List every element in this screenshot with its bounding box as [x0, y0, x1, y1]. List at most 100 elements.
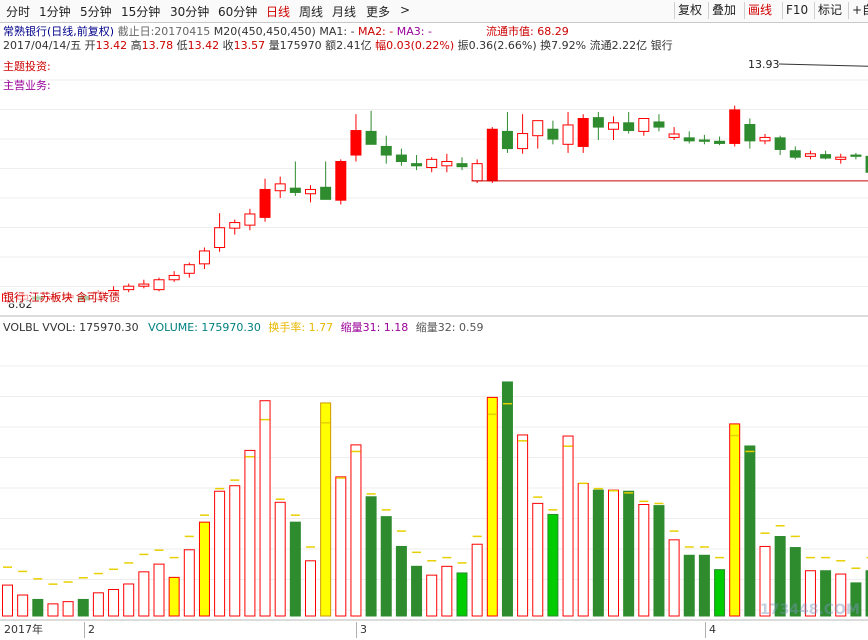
- volume-bar: [744, 445, 756, 617]
- candle-body: [229, 222, 241, 229]
- volume-bar: [305, 560, 316, 617]
- volume-bar: [380, 516, 392, 617]
- ma1-label: MA1: -: [319, 25, 355, 38]
- volume-bar: [47, 603, 59, 617]
- axis-tick: [705, 622, 706, 638]
- volume-bar: [683, 554, 695, 617]
- volume-bar: [335, 476, 347, 617]
- volume-bar: [426, 574, 438, 617]
- volume-bar: [653, 505, 665, 617]
- candle-body: [168, 274, 180, 281]
- header-line-1: 常熟银行(日线,前复权) 截止日:20170415 M20(450,450,45…: [3, 25, 432, 38]
- shrink31-label: 缩量31: 1.18: [340, 321, 409, 334]
- volume-bar: [395, 545, 407, 617]
- volume-bar: [77, 598, 89, 617]
- header-line-2: 2017/04/14/五 开13.42 高13.78 低13.42 收13.57…: [3, 39, 673, 52]
- volume-bar: [168, 576, 180, 617]
- candles: [2, 63, 868, 304]
- candle-body: [274, 183, 286, 192]
- candle-body: [592, 117, 604, 128]
- volume-bar: [698, 554, 710, 617]
- candle-body: [668, 133, 680, 138]
- candle-body: [411, 163, 423, 167]
- candle-body: [698, 139, 710, 142]
- candle-body: [214, 227, 226, 249]
- axis-tick: [84, 622, 85, 638]
- candle-body: [426, 158, 438, 169]
- volume-bar: [138, 571, 150, 617]
- candle-body: [289, 187, 301, 193]
- vvol-label: VVOL: 175970.30: [42, 321, 139, 334]
- max-price-label: 13.93: [748, 58, 780, 71]
- candle-body: [729, 109, 741, 144]
- turnover-value: 换7.92%: [540, 39, 587, 52]
- candle-body: [744, 124, 756, 142]
- candle-body: [183, 264, 195, 274]
- volume-bar: [411, 565, 423, 617]
- volume-bar: [517, 434, 529, 617]
- volume-bar: [501, 381, 513, 617]
- volume-bar: [108, 589, 120, 617]
- change-value: 幅0.03(0.22%): [375, 39, 455, 52]
- main-business-label[interactable]: 主营业务:: [3, 79, 51, 92]
- volume-bar: [123, 583, 135, 617]
- candle-body: [547, 128, 559, 140]
- candle-body: [365, 130, 377, 145]
- volume-bar: [365, 496, 377, 617]
- max-pointer: [778, 63, 868, 67]
- candle-body: [320, 186, 332, 200]
- candle-body: [305, 188, 316, 195]
- volume-bar: [547, 513, 559, 617]
- volume-label: VOLUME: 175970.30: [148, 321, 261, 334]
- stock-title: 常熟银行(日线,前复权): [3, 25, 115, 38]
- close-value: 13.57: [233, 39, 266, 52]
- volume-value: 量175970: [268, 39, 322, 52]
- axis-month-3: 3: [360, 623, 367, 636]
- open-value: 13.42: [95, 39, 128, 52]
- high-value: 13.78: [141, 39, 174, 52]
- ma2-label: MA2: -: [358, 25, 394, 38]
- amplitude-value: 振0.36(2.66%): [457, 39, 537, 52]
- candle-body: [244, 213, 256, 226]
- volume-bar: [608, 489, 619, 617]
- candle-body: [198, 250, 210, 265]
- candle-body: [653, 121, 665, 128]
- candle-body: [789, 150, 801, 158]
- theme-invest-label[interactable]: 主题投资:: [3, 60, 51, 73]
- volume-bar: [456, 572, 468, 617]
- candle-body: [850, 154, 862, 157]
- volume-bar: [577, 483, 589, 617]
- candle-body: [153, 279, 165, 291]
- volume-bar: [92, 592, 104, 617]
- volume-bar: [714, 569, 726, 617]
- concept-tags[interactable]: 银行 江苏板块 含可转债: [3, 291, 120, 304]
- volume-bar: [62, 601, 74, 617]
- watermark: 173448.COM: [760, 602, 860, 618]
- volume-bar: [229, 485, 241, 617]
- ma3-label: MA3: -: [396, 25, 432, 38]
- float-shares: 流通2.22亿: [589, 39, 648, 52]
- volume-bar: [17, 594, 29, 617]
- volume-bar: [350, 444, 362, 617]
- candle-body: [759, 136, 771, 142]
- candle-body: [774, 137, 786, 150]
- volume-bar: [486, 396, 498, 617]
- volume-bar: [320, 402, 332, 617]
- candle-body: [486, 128, 498, 182]
- volume-bar: [2, 584, 13, 617]
- candle-body: [820, 154, 832, 159]
- candle-body: [259, 188, 271, 218]
- deadline: 截止日:20170415: [117, 25, 211, 38]
- volume-bar: [214, 490, 226, 617]
- candle-body: [441, 161, 453, 167]
- volume-bar: [729, 423, 741, 617]
- volume-bar: [623, 490, 635, 617]
- volume-header: VOLBL VVOL: 175970.30 VOLUME: 175970.30 …: [3, 321, 484, 334]
- axis-month-4: 4: [709, 623, 716, 636]
- turnover-label: 换手率: 1.77: [268, 321, 334, 334]
- candle-body: [380, 145, 392, 156]
- candle-body: [577, 118, 589, 147]
- sector: 银行: [650, 39, 673, 52]
- volume-bar: [638, 503, 650, 617]
- candle-body: [395, 154, 407, 163]
